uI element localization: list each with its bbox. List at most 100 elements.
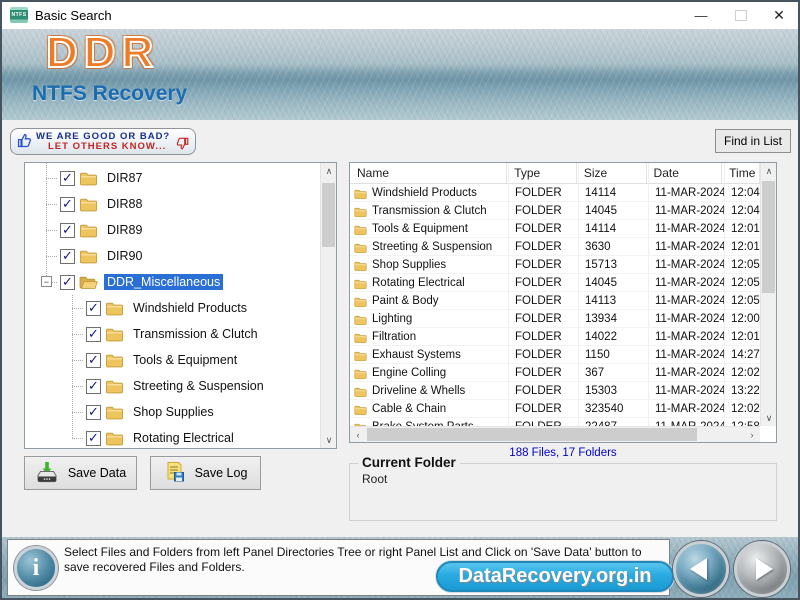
folder-icon (354, 224, 367, 235)
table-row[interactable]: FiltrationFOLDER1402211-MAR-202412:01 (350, 328, 760, 346)
table-row[interactable]: Driveline & WhellsFOLDER1530311-MAR-2024… (350, 382, 760, 400)
cell-name: Exhaust Systems (350, 349, 508, 361)
tree-item[interactable]: ✓ Streeting & Suspension (25, 373, 320, 399)
maximize-button[interactable] (724, 2, 758, 29)
tree-item-checkbox[interactable]: ✓ (86, 379, 101, 394)
cell-type: FOLDER (508, 367, 578, 379)
tree-vertical-scrollbar[interactable]: ∧ ∨ (320, 163, 336, 448)
table-row[interactable]: Brake System PartsFOLDER2248711-MAR-2024… (350, 418, 760, 426)
tree-item[interactable]: ✓ DIR90 (25, 243, 320, 269)
folder-icon (354, 404, 367, 415)
tree-item-checkbox[interactable]: ✓ (86, 353, 101, 368)
table-row[interactable]: Streeting & SuspensionFOLDER363011-MAR-2… (350, 238, 760, 256)
scroll-left-icon[interactable]: ‹ (350, 427, 366, 443)
tree-item-label[interactable]: DIR90 (104, 248, 145, 264)
column-header-name[interactable]: Name (350, 163, 507, 183)
tree-item[interactable]: ✓ Transmission & Clutch (25, 321, 320, 347)
scroll-right-icon[interactable]: › (744, 427, 760, 443)
cell-size: 15303 (578, 385, 648, 397)
tree-item-label[interactable]: DIR88 (104, 196, 145, 212)
column-header-size[interactable]: Size (577, 163, 647, 183)
cell-time: 12:05 (724, 259, 760, 271)
scroll-down-icon[interactable]: ∨ (321, 432, 337, 448)
folder-icon (354, 278, 367, 289)
tree-item[interactable]: ✓ Shop Supplies (25, 399, 320, 425)
save-log-label: Save Log (195, 466, 248, 480)
scroll-up-icon[interactable]: ∧ (321, 163, 337, 179)
scrollbar-thumb[interactable] (762, 181, 775, 293)
table-row[interactable]: Shop SuppliesFOLDER1571311-MAR-202412:05 (350, 256, 760, 274)
tree-item-label[interactable]: Rotating Electrical (130, 430, 237, 446)
tree-item-checkbox[interactable]: ✓ (60, 275, 75, 290)
tree-item-label[interactable]: Transmission & Clutch (130, 326, 261, 342)
open-folder-icon (79, 275, 98, 290)
cell-time: 12:05 (724, 295, 760, 307)
cell-time: 12:01 (724, 223, 760, 235)
cell-type: FOLDER (508, 223, 578, 235)
table-row[interactable]: Paint & BodyFOLDER1411311-MAR-202412:05 (350, 292, 760, 310)
table-row[interactable]: Engine CollingFOLDER36711-MAR-202412:02 (350, 364, 760, 382)
tree-item-label[interactable]: Tools & Equipment (130, 352, 240, 368)
folder-icon (354, 260, 367, 271)
cell-type: FOLDER (508, 313, 578, 325)
table-row[interactable]: Rotating ElectricalFOLDER1404511-MAR-202… (350, 274, 760, 292)
forward-button[interactable] (734, 541, 790, 597)
tree-item[interactable]: ✓ DIR89 (25, 217, 320, 243)
minimize-button[interactable]: — (684, 2, 718, 29)
table-row[interactable]: Exhaust SystemsFOLDER115011-MAR-202414:2… (350, 346, 760, 364)
table-row[interactable]: Windshield ProductsFOLDER1411411-MAR-202… (350, 184, 760, 202)
tree-item-checkbox[interactable]: ✓ (60, 171, 75, 186)
feedback-button[interactable]: WE ARE GOOD OR BAD? LET OTHERS KNOW... (10, 128, 196, 155)
website-button[interactable]: DataRecovery.org.in (436, 561, 674, 592)
folder-icon (105, 327, 124, 342)
tree-item-checkbox[interactable]: ✓ (60, 223, 75, 238)
tree-item-label[interactable]: DIR87 (104, 170, 145, 186)
folder-icon (354, 188, 367, 199)
tree-item[interactable]: ✓ Tools & Equipment (25, 347, 320, 373)
tree-item-label[interactable]: DDR_Miscellaneous (104, 274, 223, 290)
check-icon: ✓ (62, 248, 73, 264)
tree-item-checkbox[interactable]: ✓ (86, 431, 101, 446)
find-in-list-button[interactable]: Find in List (715, 129, 791, 153)
tree-item-label[interactable]: Windshield Products (130, 300, 250, 316)
list-vertical-scrollbar[interactable]: ∧ ∨ (760, 163, 776, 426)
tree-item-label[interactable]: Shop Supplies (130, 404, 217, 420)
tree-item-checkbox[interactable]: ✓ (60, 249, 75, 264)
scrollbar-thumb[interactable] (367, 428, 697, 441)
tree-item-label[interactable]: DIR89 (104, 222, 145, 238)
tree-item[interactable]: −✓ DDR_Miscellaneous (25, 269, 320, 295)
tree-item[interactable]: ✓ Rotating Electrical (25, 425, 320, 448)
cell-date: 11-MAR-2024 (648, 205, 724, 217)
list-horizontal-scrollbar[interactable]: ‹ › (350, 426, 760, 442)
scroll-up-icon[interactable]: ∧ (761, 163, 777, 179)
table-row[interactable]: Cable & ChainFOLDER32354011-MAR-202412:0… (350, 400, 760, 418)
cell-date: 11-MAR-2024 (648, 403, 724, 415)
table-row[interactable]: Tools & EquipmentFOLDER1411411-MAR-20241… (350, 220, 760, 238)
save-data-button[interactable]: Save Data (24, 456, 137, 490)
cell-time: 12:02 (724, 367, 760, 379)
column-header-type[interactable]: Type (507, 163, 577, 183)
close-button[interactable]: ✕ (762, 2, 796, 29)
scroll-down-icon[interactable]: ∨ (761, 410, 777, 426)
cell-time: 12:01 (724, 331, 760, 343)
tree-connector (46, 256, 57, 257)
cell-name: Paint & Body (350, 295, 508, 307)
tree-item-checkbox[interactable]: ✓ (86, 405, 101, 420)
tree-item[interactable]: ✓ DIR88 (25, 191, 320, 217)
tree-item-checkbox[interactable]: ✓ (86, 327, 101, 342)
drive-download-icon (35, 461, 59, 486)
check-icon: ✓ (62, 170, 73, 186)
column-header-time[interactable]: Time (722, 163, 760, 183)
scrollbar-thumb[interactable] (322, 183, 335, 247)
tree-item[interactable]: ✓ DIR87 (25, 165, 320, 191)
tree-item-label[interactable]: Streeting & Suspension (130, 378, 267, 394)
tree-item[interactable]: ✓ Windshield Products (25, 295, 320, 321)
back-button[interactable] (673, 541, 729, 597)
collapse-toggle-icon[interactable]: − (41, 276, 52, 287)
column-header-date[interactable]: Date (647, 163, 723, 183)
tree-item-checkbox[interactable]: ✓ (60, 197, 75, 212)
tree-item-checkbox[interactable]: ✓ (86, 301, 101, 316)
table-row[interactable]: LightingFOLDER1393411-MAR-202412:00 (350, 310, 760, 328)
save-log-button[interactable]: Save Log (150, 456, 261, 490)
table-row[interactable]: Transmission & ClutchFOLDER1404511-MAR-2… (350, 202, 760, 220)
